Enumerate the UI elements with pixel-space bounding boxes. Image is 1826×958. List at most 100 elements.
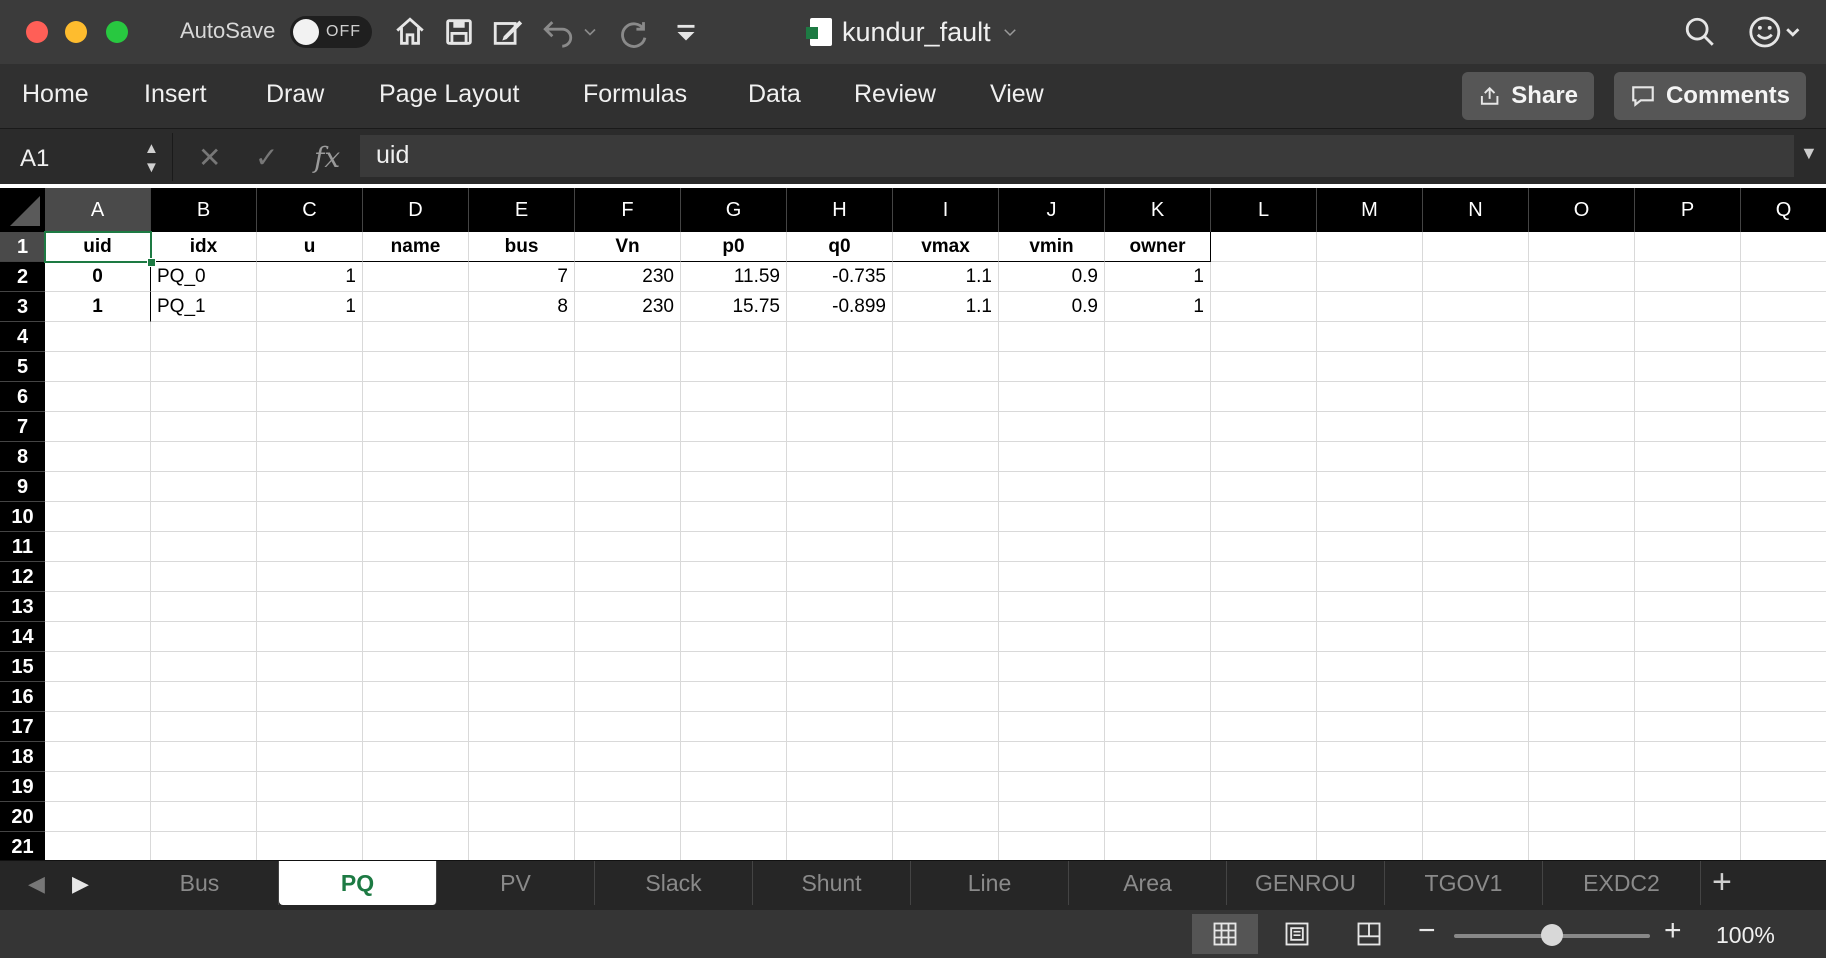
cell-n2[interactable] xyxy=(1423,262,1529,292)
cell-h12[interactable] xyxy=(787,562,893,592)
cell-m16[interactable] xyxy=(1317,682,1423,712)
cell-g3[interactable]: 15.75 xyxy=(681,292,787,322)
cell-q16[interactable] xyxy=(1741,682,1826,712)
cell-f5[interactable] xyxy=(575,352,681,382)
cell-n7[interactable] xyxy=(1423,412,1529,442)
cell-a5[interactable] xyxy=(45,352,151,382)
cell-p5[interactable] xyxy=(1635,352,1741,382)
cell-k6[interactable] xyxy=(1105,382,1211,412)
cell-o6[interactable] xyxy=(1529,382,1635,412)
cell-q21[interactable] xyxy=(1741,832,1826,862)
cell-p13[interactable] xyxy=(1635,592,1741,622)
cell-m5[interactable] xyxy=(1317,352,1423,382)
row-header-13[interactable]: 13 xyxy=(0,592,45,622)
cell-m9[interactable] xyxy=(1317,472,1423,502)
cell-p12[interactable] xyxy=(1635,562,1741,592)
cell-l1[interactable] xyxy=(1211,232,1317,262)
save-icon[interactable] xyxy=(441,14,477,50)
cell-a16[interactable] xyxy=(45,682,151,712)
cell-g18[interactable] xyxy=(681,742,787,772)
cell-l7[interactable] xyxy=(1211,412,1317,442)
cell-a6[interactable] xyxy=(45,382,151,412)
cell-i10[interactable] xyxy=(893,502,999,532)
cell-h7[interactable] xyxy=(787,412,893,442)
cell-q8[interactable] xyxy=(1741,442,1826,472)
cell-m21[interactable] xyxy=(1317,832,1423,862)
cell-b4[interactable] xyxy=(151,322,257,352)
cell-e13[interactable] xyxy=(469,592,575,622)
cell-q15[interactable] xyxy=(1741,652,1826,682)
cell-c3[interactable]: 1 xyxy=(257,292,363,322)
cell-b9[interactable] xyxy=(151,472,257,502)
cell-l10[interactable] xyxy=(1211,502,1317,532)
cell-c16[interactable] xyxy=(257,682,363,712)
row-header-15[interactable]: 15 xyxy=(0,652,45,682)
cell-k15[interactable] xyxy=(1105,652,1211,682)
cell-g17[interactable] xyxy=(681,712,787,742)
zoom-level[interactable]: 100% xyxy=(1716,922,1775,949)
cell-j17[interactable] xyxy=(999,712,1105,742)
cell-h1[interactable]: q0 xyxy=(787,232,893,262)
row-header-4[interactable]: 4 xyxy=(0,322,45,352)
cell-n11[interactable] xyxy=(1423,532,1529,562)
cell-i12[interactable] xyxy=(893,562,999,592)
cell-b2[interactable]: PQ_0 xyxy=(151,262,257,292)
cell-n4[interactable] xyxy=(1423,322,1529,352)
cell-h13[interactable] xyxy=(787,592,893,622)
sheet-tab-exdc2[interactable]: EXDC2 xyxy=(1543,861,1701,905)
cell-p11[interactable] xyxy=(1635,532,1741,562)
cell-h9[interactable] xyxy=(787,472,893,502)
cell-l15[interactable] xyxy=(1211,652,1317,682)
cell-l16[interactable] xyxy=(1211,682,1317,712)
cell-n12[interactable] xyxy=(1423,562,1529,592)
column-header-d[interactable]: D xyxy=(363,188,469,232)
cell-l14[interactable] xyxy=(1211,622,1317,652)
cell-n8[interactable] xyxy=(1423,442,1529,472)
cell-e19[interactable] xyxy=(469,772,575,802)
cell-c6[interactable] xyxy=(257,382,363,412)
row-header-8[interactable]: 8 xyxy=(0,442,45,472)
cell-e8[interactable] xyxy=(469,442,575,472)
cell-m6[interactable] xyxy=(1317,382,1423,412)
cell-n17[interactable] xyxy=(1423,712,1529,742)
cell-i15[interactable] xyxy=(893,652,999,682)
cell-f1[interactable]: Vn xyxy=(575,232,681,262)
cell-g20[interactable] xyxy=(681,802,787,832)
cell-f20[interactable] xyxy=(575,802,681,832)
cell-f7[interactable] xyxy=(575,412,681,442)
cell-l2[interactable] xyxy=(1211,262,1317,292)
cell-i18[interactable] xyxy=(893,742,999,772)
undo-icon[interactable] xyxy=(540,14,576,50)
cell-m12[interactable] xyxy=(1317,562,1423,592)
cell-c17[interactable] xyxy=(257,712,363,742)
cell-d15[interactable] xyxy=(363,652,469,682)
cell-c19[interactable] xyxy=(257,772,363,802)
cell-q7[interactable] xyxy=(1741,412,1826,442)
column-header-k[interactable]: K xyxy=(1105,188,1211,232)
cell-k20[interactable] xyxy=(1105,802,1211,832)
cell-e9[interactable] xyxy=(469,472,575,502)
cell-f10[interactable] xyxy=(575,502,681,532)
customize-toolbar-icon[interactable] xyxy=(668,14,704,50)
cell-d17[interactable] xyxy=(363,712,469,742)
cell-o12[interactable] xyxy=(1529,562,1635,592)
cell-f17[interactable] xyxy=(575,712,681,742)
cell-i11[interactable] xyxy=(893,532,999,562)
sheet-tab-tgov1[interactable]: TGOV1 xyxy=(1385,861,1543,905)
cell-b20[interactable] xyxy=(151,802,257,832)
cell-k8[interactable] xyxy=(1105,442,1211,472)
cell-p14[interactable] xyxy=(1635,622,1741,652)
row-header-9[interactable]: 9 xyxy=(0,472,45,502)
cell-g7[interactable] xyxy=(681,412,787,442)
maximize-window-button[interactable] xyxy=(106,21,128,43)
home-icon[interactable] xyxy=(392,14,428,50)
cell-d11[interactable] xyxy=(363,532,469,562)
cell-c10[interactable] xyxy=(257,502,363,532)
cell-b6[interactable] xyxy=(151,382,257,412)
cell-m2[interactable] xyxy=(1317,262,1423,292)
cell-n21[interactable] xyxy=(1423,832,1529,862)
cell-g21[interactable] xyxy=(681,832,787,862)
cell-f6[interactable] xyxy=(575,382,681,412)
cell-q20[interactable] xyxy=(1741,802,1826,832)
cell-p4[interactable] xyxy=(1635,322,1741,352)
